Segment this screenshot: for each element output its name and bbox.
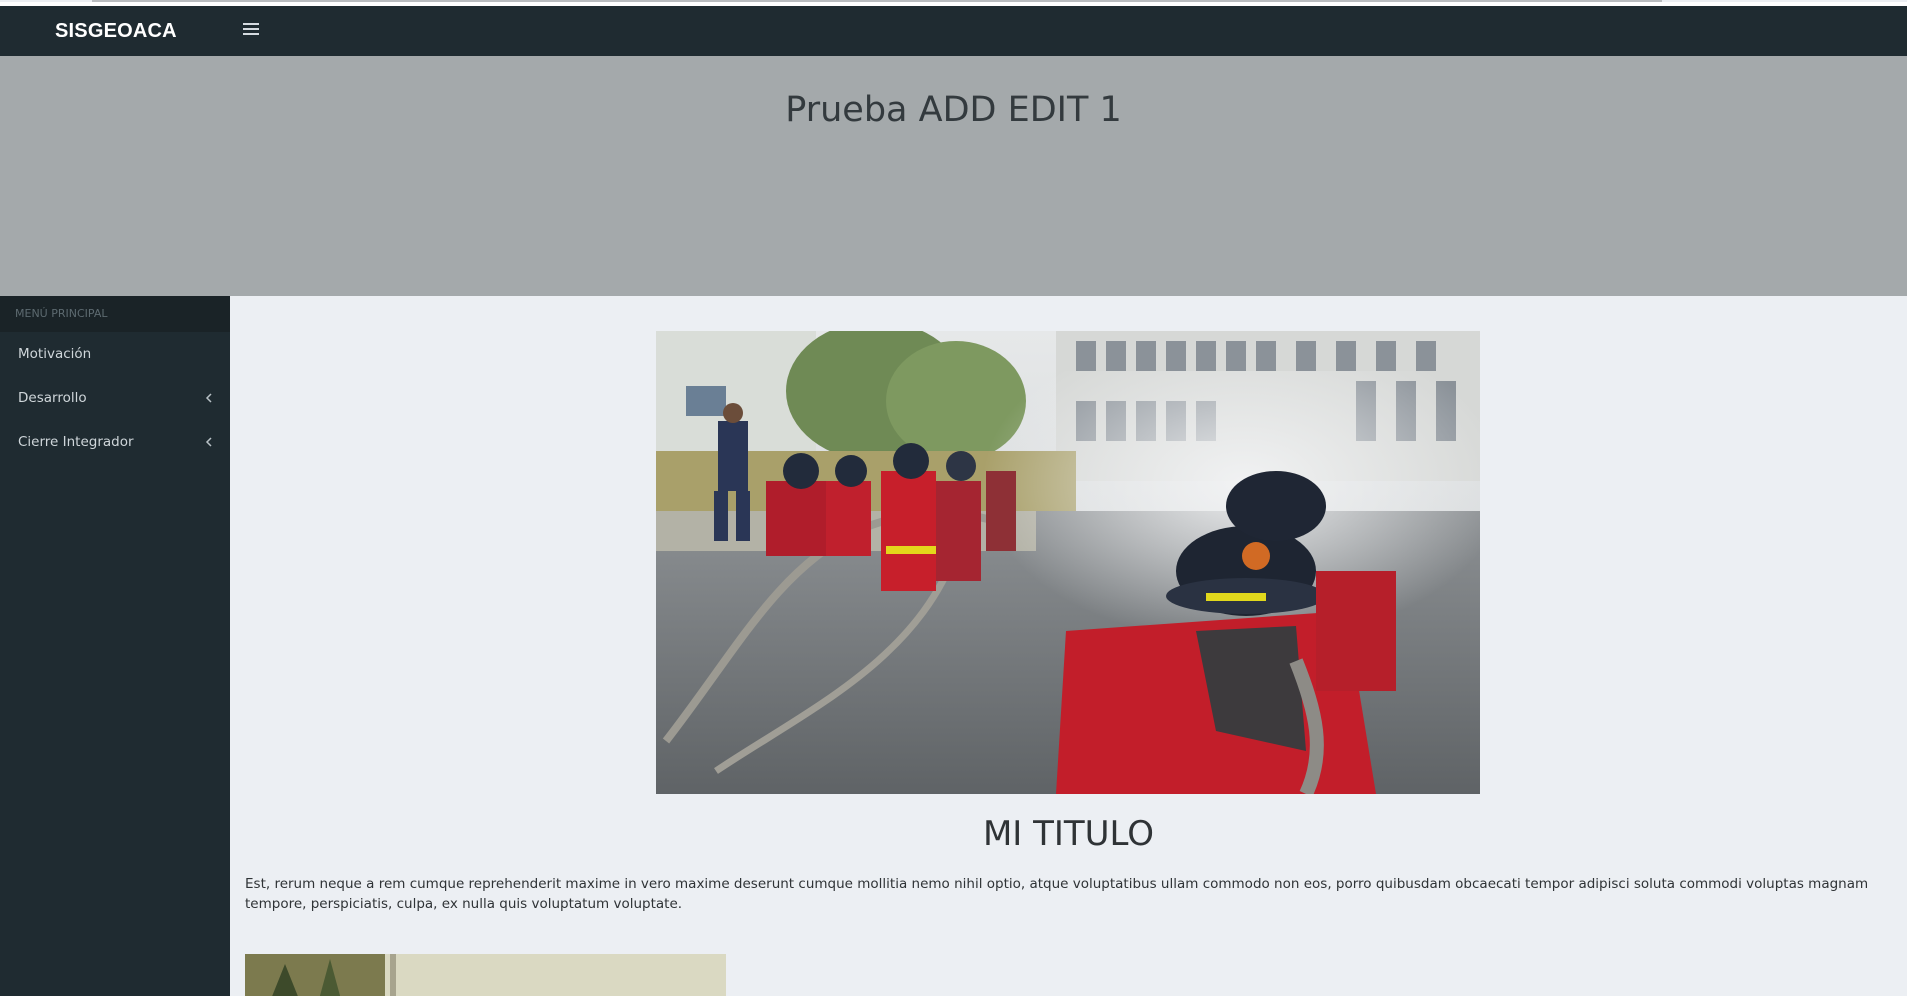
sidebar-item-label: Cierre Integrador [18, 434, 134, 450]
hamburger-icon[interactable] [243, 20, 259, 36]
secondary-image [245, 954, 726, 996]
hero-image [656, 331, 1480, 794]
sidebar-item-label: Motivación [18, 346, 92, 362]
page-title: Prueba ADD EDIT 1 [785, 90, 1122, 130]
main-content: MI TITULO Est, rerum neque a rem cumque … [230, 296, 1907, 996]
sidebar-item-cierre-integrador[interactable]: Cierre Integrador [0, 420, 230, 464]
sidebar-item-motivacion[interactable]: Motivación [0, 332, 230, 376]
top-navbar: SISGEOACA [0, 6, 1907, 56]
chevron-left-icon [204, 420, 214, 482]
card-text: Est, rerum neque a rem cumque reprehende… [245, 876, 1869, 912]
sidebar-header: MENÚ PRINCIPAL [0, 296, 230, 332]
sidebar: MENÚ PRINCIPAL Motivación Desarrollo Cie… [0, 296, 230, 996]
sidebar-item-label: Desarrollo [18, 390, 87, 406]
brand-logo[interactable]: SISGEOACA [55, 20, 177, 43]
card-title: MI TITULO [982, 814, 1155, 854]
sidebar-item-desarrollo[interactable]: Desarrollo [0, 376, 230, 420]
